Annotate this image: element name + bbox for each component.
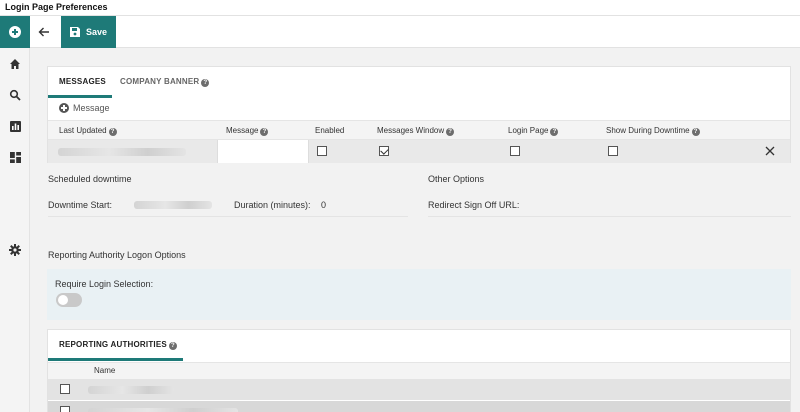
col-login-page: Login Page? — [508, 126, 559, 136]
row-checkbox[interactable] — [60, 384, 70, 394]
messages-table-header: Last Updated? Message? Enabled Messages … — [48, 120, 790, 140]
messages-window-checkbox[interactable] — [379, 146, 389, 156]
plus-circle-icon — [59, 103, 69, 113]
duration-value[interactable]: 0 — [321, 200, 326, 210]
col-show-during-downtime-label: Show During Downtime — [606, 126, 690, 135]
scheduled-downtime-heading: Scheduled downtime — [48, 174, 132, 184]
add-message-label: Message — [73, 103, 110, 113]
col-message: Message? — [226, 126, 269, 136]
search-icon[interactable] — [7, 87, 23, 103]
gear-icon[interactable] — [7, 242, 23, 258]
require-login-selection-label: Require Login Selection: — [55, 279, 154, 289]
home-icon[interactable] — [7, 56, 23, 72]
require-login-selection-toggle[interactable] — [56, 293, 82, 307]
row-checkbox[interactable] — [60, 406, 70, 412]
col-show-during-downtime: Show During Downtime? — [606, 126, 700, 136]
help-icon[interactable]: ? — [260, 128, 269, 136]
divider — [48, 216, 408, 217]
window-title: Login Page Preferences — [5, 2, 108, 12]
reporting-authorities-card: REPORTING AUTHORITIES? Name — [47, 329, 791, 412]
table-row — [48, 379, 790, 400]
last-updated-value-redacted — [58, 148, 186, 156]
col-messages-window-label: Messages Window — [377, 126, 445, 135]
tab-company-banner[interactable]: COMPANY BANNER? — [120, 77, 210, 87]
active-tab-indicator — [48, 95, 112, 98]
toolbar: Save — [30, 16, 800, 48]
help-icon[interactable]: ? — [168, 342, 177, 350]
messages-card: MESSAGES COMPANY BANNER? Message Last Up… — [47, 66, 791, 163]
add-button[interactable] — [0, 16, 30, 48]
bar-chart-icon[interactable] — [7, 118, 23, 134]
dashboard-icon[interactable] — [7, 149, 23, 165]
tab-company-banner-label: COMPANY BANNER — [120, 77, 200, 86]
enabled-checkbox[interactable] — [317, 146, 327, 156]
plus-circle-icon — [9, 26, 21, 38]
downtime-start-label: Downtime Start: — [48, 200, 113, 210]
table-row — [48, 140, 790, 163]
downtime-start-value-redacted[interactable] — [134, 201, 212, 209]
login-page-checkbox[interactable] — [510, 146, 520, 156]
col-messages-window: Messages Window? — [377, 126, 455, 136]
col-last-updated-label: Last Updated — [59, 126, 107, 135]
floppy-disk-icon — [70, 27, 80, 37]
tab-messages[interactable]: MESSAGES — [59, 77, 106, 86]
help-icon[interactable]: ? — [550, 128, 559, 136]
save-label: Save — [86, 27, 108, 37]
help-icon[interactable]: ? — [108, 128, 117, 136]
col-name: Name — [94, 366, 116, 375]
show-during-downtime-checkbox[interactable] — [608, 146, 618, 156]
duration-label: Duration (minutes): — [234, 200, 311, 210]
tab-reporting-authorities[interactable]: REPORTING AUTHORITIES? — [59, 340, 177, 350]
redirect-sign-off-label: Redirect Sign Off URL: — [428, 200, 520, 210]
col-login-page-label: Login Page — [508, 126, 549, 135]
table-row — [48, 401, 790, 412]
divider — [428, 216, 791, 217]
left-nav — [0, 16, 30, 412]
title-bar: Login Page Preferences — [0, 0, 800, 16]
help-icon[interactable]: ? — [201, 79, 210, 87]
col-last-updated: Last Updated? — [59, 126, 117, 136]
help-icon[interactable]: ? — [691, 128, 700, 136]
save-button[interactable]: Save — [61, 16, 116, 48]
authority-name-redacted — [88, 386, 174, 394]
logon-options-panel: Require Login Selection: — [47, 269, 791, 320]
toggle-knob — [58, 295, 68, 305]
col-enabled: Enabled — [315, 126, 345, 135]
message-input[interactable] — [217, 140, 309, 163]
authorities-table-header: Name — [48, 362, 790, 380]
help-icon[interactable]: ? — [446, 128, 455, 136]
tab-reporting-authorities-label: REPORTING AUTHORITIES — [59, 340, 167, 349]
add-message-button[interactable]: Message — [59, 103, 110, 113]
close-icon[interactable] — [764, 145, 776, 157]
other-options-heading: Other Options — [428, 174, 485, 184]
active-tab-indicator — [48, 358, 183, 361]
back-arrow-icon[interactable] — [36, 24, 52, 40]
col-message-label: Message — [226, 126, 259, 135]
authority-name-redacted — [88, 408, 238, 412]
logon-options-heading: Reporting Authority Logon Options — [48, 250, 186, 260]
